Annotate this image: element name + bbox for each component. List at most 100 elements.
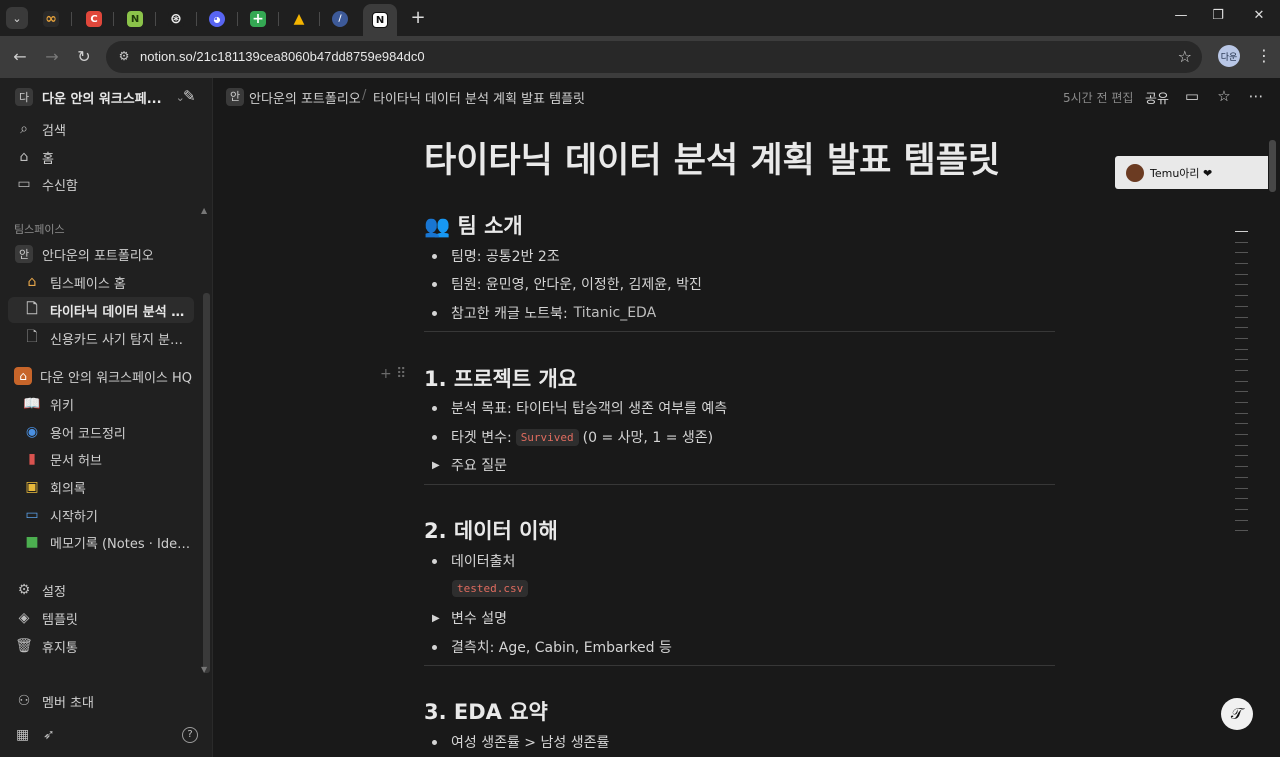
notebook-link[interactable]: Titanic_EDA: [574, 305, 657, 321]
page-title[interactable]: 타이타닉 데이터 분석 계획 발표 템플릿: [424, 132, 1000, 183]
heading-eda-summary[interactable]: 3. EDA 요약: [424, 696, 548, 726]
list-item[interactable]: 참고한 캐글 노트북: Titanic_EDA: [432, 303, 656, 323]
workspace-switcher[interactable]: 다 다운 안의 워크스페... ⌄: [8, 84, 194, 110]
sidebar-teamspace[interactable]: 안 안다운의 포트폴리오: [8, 241, 194, 267]
divider: [424, 484, 1055, 485]
sidebar-item-glossary[interactable]: ◉ 용어 코드정리: [8, 419, 194, 445]
add-member-icon: ⚇: [17, 693, 31, 709]
toggle-variable-desc[interactable]: ▶ 변수 설명: [432, 608, 507, 628]
block-handle-icon[interactable]: + ⠿: [380, 366, 406, 382]
breadcrumb-separator: /: [362, 88, 367, 103]
browser-menu-icon[interactable]: ⋮: [1256, 46, 1272, 65]
heading-project-overview[interactable]: 1. 프로젝트 개요: [424, 363, 577, 393]
sidebar-item-templates[interactable]: ◈ 템플릿: [8, 605, 194, 631]
tab-3[interactable]: N: [120, 6, 150, 32]
teamspace-section-header: 팀스페이스: [14, 223, 65, 236]
inline-code: Survived: [515, 428, 579, 446]
tab-separator: [113, 12, 114, 26]
code-item[interactable]: tested.csv: [448, 580, 532, 597]
share-button[interactable]: 공유: [1145, 88, 1169, 107]
scroll-up-icon[interactable]: ▲: [201, 206, 207, 215]
sidebar-item-titanic[interactable]: 🗋 타이타닉 데이터 분석 계...: [8, 297, 194, 323]
inbox-icon: ▭: [17, 176, 31, 192]
forward-button[interactable]: →: [42, 47, 62, 67]
more-options-icon[interactable]: ⋯: [1246, 87, 1266, 105]
tab-4[interactable]: ⊛: [161, 6, 191, 32]
list-item[interactable]: 타겟 변수: Survived (0 = 사망, 1 = 생존): [432, 427, 713, 447]
sidebar-hq[interactable]: ⌂ 다운 안의 워크스페이스 HQ: [8, 363, 194, 389]
sidebar-item-doc-hub[interactable]: ▮ 문서 허브: [8, 446, 194, 472]
notion-ai-button[interactable]: 𝒯: [1221, 698, 1253, 730]
new-page-icon[interactable]: ✎: [183, 87, 196, 105]
sidebar-item-search[interactable]: ⌕ 검색: [8, 116, 194, 142]
breadcrumb-parent[interactable]: 안다운의 포트폴리오: [249, 88, 361, 107]
sidebar-item-home[interactable]: ⌂ 홈: [8, 144, 194, 170]
sidebar-item-teamspace-home[interactable]: ⌂ 팀스페이스 홈: [8, 269, 194, 295]
sidebar-item-wiki[interactable]: 📖 위키: [8, 391, 194, 417]
sidebar-item-getting-started[interactable]: ▭ 시작하기: [8, 502, 194, 528]
comment-author-bubble[interactable]: Temu아리 ❤: [1115, 156, 1268, 189]
template-icon: ◈: [18, 610, 30, 626]
sidebar-item-trash[interactable]: 🗑 휴지통: [8, 633, 194, 659]
toggle-key-questions[interactable]: ▶ 주요 질문: [432, 455, 507, 475]
bookmark-star-icon[interactable]: ☆: [1178, 47, 1192, 66]
main-scrollbar[interactable]: [1269, 140, 1276, 192]
new-tab-button[interactable]: +: [408, 8, 428, 28]
sidebar: 다 다운 안의 워크스페... ⌄ ✎ ⌕ 검색 ⌂ 홈 ▭ 수신함 팀스페이스…: [0, 78, 213, 757]
send-icon[interactable]: ➶: [43, 727, 55, 743]
site-info-icon[interactable]: ⚙: [116, 49, 132, 65]
sidebar-item-invite[interactable]: ⚇ 멤버 초대: [8, 688, 194, 714]
list-item[interactable]: 분석 목표: 타이타닉 탑승객의 생존 여부를 예측: [432, 398, 727, 418]
tab-8[interactable]: /: [325, 6, 355, 32]
minimize-button[interactable]: —: [1171, 8, 1191, 23]
sidebar-scrollbar[interactable]: [203, 293, 210, 673]
tab-search-menu-icon[interactable]: ⌄: [6, 7, 28, 29]
tab-1[interactable]: ∞: [36, 6, 66, 32]
table-of-contents[interactable]: [1235, 231, 1249, 541]
last-edited[interactable]: 5시간 전 편집: [1063, 89, 1133, 106]
heading-data-understanding[interactable]: 2. 데이터 이해: [424, 515, 558, 545]
comment-icon[interactable]: ▭: [1182, 87, 1202, 105]
toggle-triangle-icon[interactable]: ▶: [432, 460, 440, 471]
list-item[interactable]: 팀명: 공통2반 2조: [432, 246, 560, 266]
workspace-badge: 다: [15, 88, 33, 106]
tab-7[interactable]: ▲: [284, 6, 314, 32]
tab-5[interactable]: ◕: [202, 6, 232, 32]
workspace-name: 다운 안의 워크스페...: [42, 91, 162, 107]
tab-separator: [196, 12, 197, 26]
calendar-icon: ▣: [25, 479, 39, 495]
close-window-button[interactable]: ✕: [1249, 8, 1269, 23]
toggle-triangle-icon[interactable]: ▶: [432, 613, 440, 624]
favorite-star-icon[interactable]: ☆: [1214, 87, 1234, 105]
list-item[interactable]: 팀원: 윤민영, 안다운, 이정한, 김제윤, 박진: [432, 274, 702, 294]
heading-team-intro[interactable]: 👥 팀 소개: [424, 210, 523, 240]
list-item[interactable]: 결측치: Age, Cabin, Embarked 등: [432, 637, 672, 657]
book-icon: 📖: [23, 396, 41, 412]
sidebar-item-settings[interactable]: ⚙ 설정: [8, 577, 194, 603]
sidebar-item-fraud[interactable]: 🗋 신용카드 사기 탐지 분석 ...: [8, 325, 194, 351]
sidebar-item-memos[interactable]: ■ 메모기록 (Notes · Ideas...: [8, 529, 194, 555]
help-icon[interactable]: ?: [182, 727, 198, 743]
breadcrumb-current[interactable]: 타이타닉 데이터 분석 계획 발표 템플릿: [373, 88, 585, 107]
scroll-down-icon[interactable]: ▼: [201, 665, 207, 674]
profile-avatar[interactable]: 다운: [1218, 45, 1240, 67]
notion-icon: N: [372, 12, 388, 28]
tab-notion-active[interactable]: N: [363, 4, 397, 36]
openai-icon: ⊛: [168, 11, 184, 27]
tab-6[interactable]: +: [243, 6, 273, 32]
avatar: [1126, 163, 1144, 182]
back-button[interactable]: ←: [10, 47, 30, 67]
tab-2[interactable]: C: [79, 6, 109, 32]
maximize-button[interactable]: ❐: [1208, 8, 1228, 23]
url-text[interactable]: notion.so/21c181139cea8060b47dd8759e984d…: [140, 49, 425, 64]
reload-button[interactable]: ↻: [74, 47, 94, 67]
divider: [424, 331, 1055, 332]
list-item[interactable]: 데이터출처: [432, 551, 515, 571]
sidebar-item-meetings[interactable]: ▣ 회의록: [8, 474, 194, 500]
calendar-app-icon[interactable]: ▦: [16, 727, 29, 743]
sidebar-item-inbox[interactable]: ▭ 수신함: [8, 171, 194, 197]
tab-separator: [319, 12, 320, 26]
infinity-icon: ∞: [43, 11, 59, 27]
list-item[interactable]: 여성 생존률 > 남성 생존률: [432, 732, 609, 752]
omnibox[interactable]: ⚙ notion.so/21c181139cea8060b47dd8759e98…: [106, 41, 1202, 73]
